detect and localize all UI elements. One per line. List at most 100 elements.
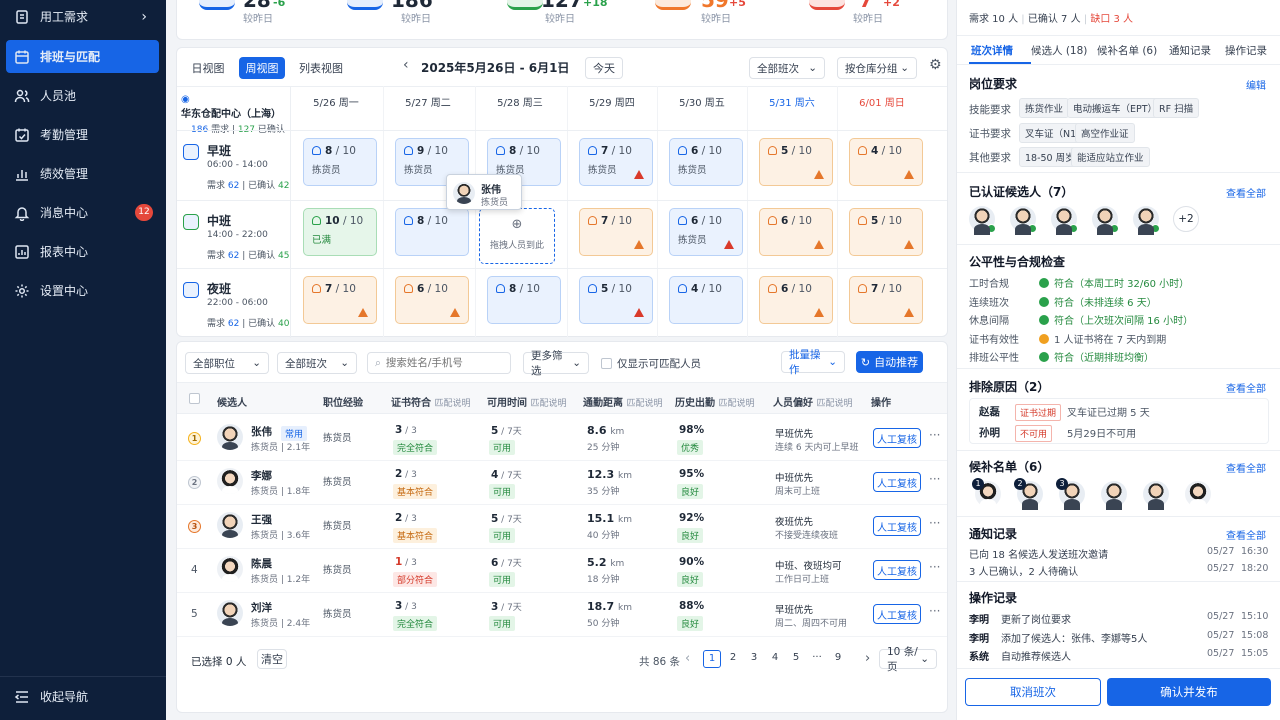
confirm-publish-button[interactable]: 确认并发布: [1107, 678, 1271, 706]
shift-slot[interactable]: 7 / 10: [303, 276, 377, 324]
manual-review-button[interactable]: 人工复核: [873, 428, 921, 448]
shift-slot[interactable]: 8 / 10 拣货员: [303, 138, 377, 186]
shift-filter-select[interactable]: 全部班次 ⌄: [749, 57, 825, 79]
select-all-checkbox[interactable]: [189, 393, 200, 404]
panel-tab[interactable]: 班次详情: [971, 43, 1013, 58]
more-candidates-badge[interactable]: +2: [1173, 206, 1199, 232]
stat-card[interactable]: 28 -6 较昨日: [177, 0, 327, 28]
prev-page-icon[interactable]: ‹: [685, 651, 690, 666]
shift-slot[interactable]: 10 / 10 已满: [303, 208, 377, 256]
manual-review-button[interactable]: 人工复核: [873, 516, 921, 536]
shift-slot[interactable]: 7 / 10: [849, 276, 923, 324]
avatar[interactable]: [1010, 206, 1037, 235]
nav-item-settings[interactable]: 设置中心: [6, 274, 159, 307]
page-button[interactable]: 5: [787, 650, 805, 668]
more-icon[interactable]: ···: [929, 516, 940, 530]
shift-slot[interactable]: 5 / 10: [759, 138, 833, 186]
drag-person-chip[interactable]: 张伟 拣货员: [446, 174, 522, 210]
shift-slot[interactable]: 5 / 10: [849, 208, 923, 256]
candidate-name[interactable]: 陈晨: [251, 556, 272, 571]
view-all-link[interactable]: 查看全部: [1226, 460, 1266, 475]
shift-slot[interactable]: 8 / 10: [395, 208, 469, 256]
shift-slot[interactable]: 4 / 10: [849, 138, 923, 186]
only-match-checkbox[interactable]: 仅显示可匹配人员: [601, 356, 701, 371]
shift-slot[interactable]: 6 / 10: [759, 276, 833, 324]
clear-button[interactable]: 清空: [257, 649, 287, 669]
nav-item-performance[interactable]: 绩效管理: [6, 157, 159, 190]
avatar[interactable]: [1133, 206, 1160, 235]
tab-week-view[interactable]: 周视图: [239, 57, 285, 79]
more-filters-select[interactable]: 更多筛选 ⌄: [523, 350, 589, 377]
candidate-name[interactable]: 李娜: [251, 468, 272, 483]
avatar[interactable]: [1101, 481, 1127, 510]
page-button[interactable]: 3: [745, 650, 763, 668]
manual-review-button[interactable]: 人工复核: [873, 472, 921, 492]
shift-slot[interactable]: 6 / 10 拣货员: [669, 138, 743, 186]
chevron-left-icon[interactable]: ‹: [403, 57, 409, 73]
avatar[interactable]: [1051, 206, 1078, 235]
view-all-link[interactable]: 查看全部: [1226, 380, 1266, 395]
shift-slot[interactable]: 5 / 10: [579, 276, 653, 324]
search-box[interactable]: ⌕: [367, 352, 511, 374]
nav-item-pool[interactable]: 人员池: [6, 79, 159, 112]
more-icon[interactable]: ···: [929, 560, 940, 574]
shift-slot[interactable]: 6 / 10: [395, 276, 469, 324]
avatar[interactable]: [1092, 206, 1119, 235]
avatar[interactable]: 3: [1056, 478, 1085, 510]
more-icon[interactable]: ···: [929, 604, 940, 618]
candidate-name[interactable]: 刘洋: [251, 600, 272, 615]
nav-item-demand[interactable]: 用工需求 ›: [6, 0, 159, 33]
stat-card[interactable]: 7 +2 较昨日: [795, 0, 945, 28]
avatar[interactable]: 1: [972, 478, 1001, 510]
settings-icon[interactable]: ⚙: [929, 57, 942, 73]
nav-item-messages[interactable]: 消息中心 12: [6, 196, 159, 229]
page-button[interactable]: 2: [724, 650, 742, 668]
collapse-nav-button[interactable]: 收起导航: [6, 680, 159, 713]
avatar[interactable]: [969, 206, 996, 235]
panel-tab[interactable]: 通知记录: [1169, 43, 1211, 58]
view-all-link[interactable]: 查看全部: [1226, 185, 1266, 200]
shift-slot[interactable]: 6 / 10 拣货员: [669, 208, 743, 256]
panel-tab[interactable]: 候选人 (18): [1031, 43, 1087, 58]
more-icon[interactable]: ···: [929, 428, 940, 442]
nav-item-attendance[interactable]: 考勤管理: [6, 118, 159, 151]
avatar[interactable]: 2: [1014, 478, 1043, 510]
position-filter-select[interactable]: 全部职位 ⌄: [185, 352, 269, 374]
checkbox[interactable]: [601, 358, 612, 369]
today-button[interactable]: 今天: [585, 57, 623, 79]
chevron-right-icon[interactable]: ›: [557, 57, 563, 73]
page-button[interactable]: ···: [808, 650, 826, 668]
shift-slot[interactable]: 4 / 10: [669, 276, 743, 324]
shift-slot[interactable]: 7 / 10 拣货员: [579, 138, 653, 186]
page-size-select[interactable]: 10 条/页 ⌄: [879, 646, 937, 673]
page-button[interactable]: 4: [766, 650, 784, 668]
view-all-link[interactable]: 查看全部: [1226, 527, 1266, 542]
candidate-name[interactable]: 张伟: [251, 424, 272, 439]
avatar[interactable]: [1185, 481, 1211, 510]
group-by-select[interactable]: 按仓库分组 ⌄: [837, 57, 917, 79]
shift-filter-select[interactable]: 全部班次 ⌄: [277, 352, 357, 374]
manual-review-button[interactable]: 人工复核: [873, 604, 921, 624]
candidate-name[interactable]: 王强: [251, 512, 272, 527]
edit-link[interactable]: 编辑: [1246, 77, 1266, 92]
nav-item-schedule[interactable]: 排班与匹配: [6, 40, 159, 73]
shift-slot[interactable]: 7 / 10: [579, 208, 653, 256]
shift-slot[interactable]: 6 / 10: [759, 208, 833, 256]
panel-tab[interactable]: 操作记录: [1225, 43, 1267, 58]
page-button[interactable]: 9: [829, 650, 847, 668]
auto-recommend-button[interactable]: ↻ 自动推荐: [856, 351, 923, 373]
batch-action-select[interactable]: 批量操作 ⌄: [781, 349, 845, 376]
next-page-icon[interactable]: ›: [865, 651, 870, 666]
nav-item-reports[interactable]: 报表中心: [6, 235, 159, 268]
avatar[interactable]: [1143, 481, 1169, 510]
tab-day-view[interactable]: 日视图: [185, 57, 231, 79]
stat-card[interactable]: 127 +18 较昨日: [485, 0, 635, 28]
panel-tab[interactable]: 候补名单 (6): [1097, 43, 1157, 58]
page-button[interactable]: 1: [703, 650, 721, 668]
tab-list-view[interactable]: 列表视图: [293, 57, 349, 79]
search-input[interactable]: [385, 357, 501, 369]
drop-zone[interactable]: ⊕ 拖拽人员到此: [479, 208, 555, 264]
stat-card[interactable]: 59 +5 较昨日: [643, 0, 793, 28]
cancel-shift-button[interactable]: 取消班次: [965, 678, 1101, 706]
shift-slot[interactable]: 8 / 10: [487, 276, 561, 324]
